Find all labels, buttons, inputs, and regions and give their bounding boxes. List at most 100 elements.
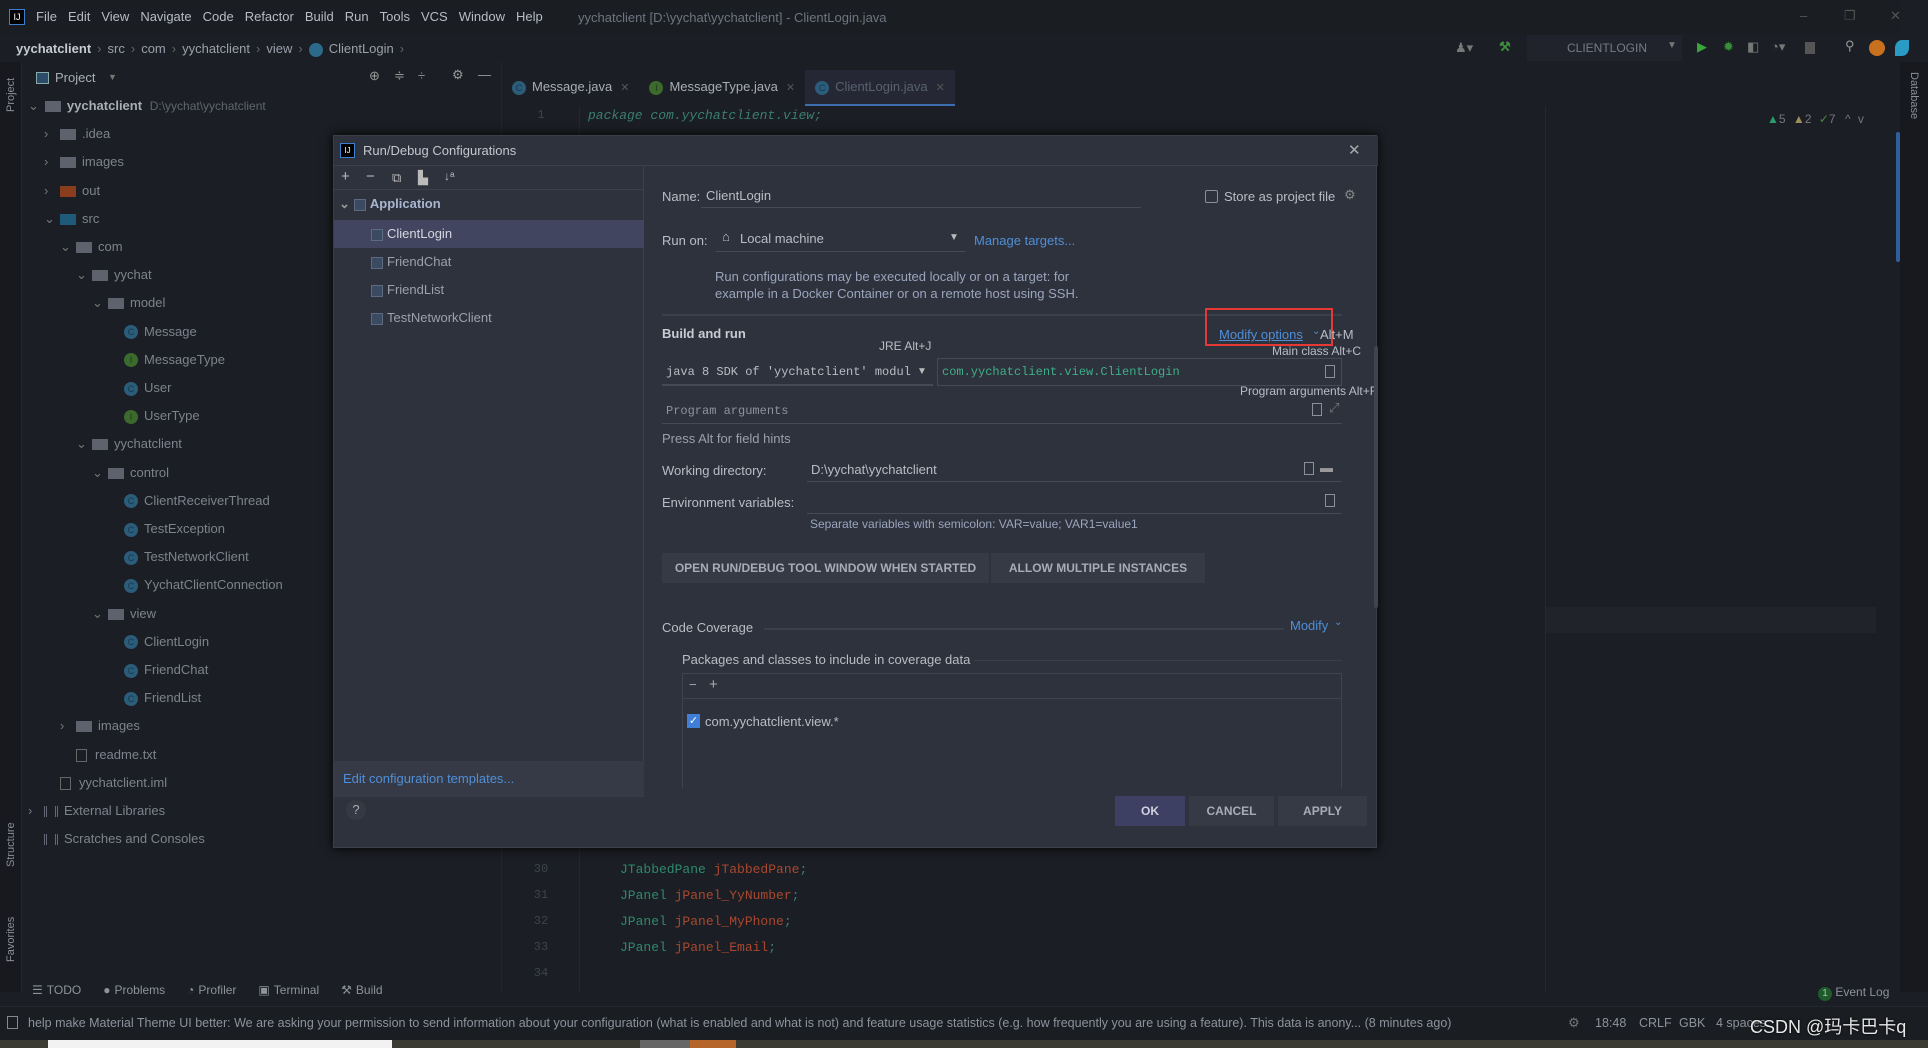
edit-configuration-templates-link[interactable]: Edit configuration templates...: [343, 771, 514, 786]
breadcrumb-item[interactable]: ClientLogin: [329, 41, 394, 56]
taskbar-item[interactable]: [690, 1040, 736, 1048]
working-directory-input[interactable]: D:\yychat\yychatclient ▬: [807, 454, 1342, 482]
tree-item[interactable]: › images: [60, 712, 140, 740]
inspection-widget[interactable]: ▲5 ▲2 ✓7 ^ v: [1767, 112, 1864, 126]
tree-item[interactable]: yychatclient.iml: [44, 769, 167, 797]
editor-scrollbar[interactable]: [1896, 132, 1900, 262]
apply-button[interactable]: APPLY: [1278, 796, 1367, 826]
remove-icon[interactable]: −: [366, 168, 375, 185]
menu-navigate[interactable]: Navigate: [140, 9, 191, 24]
build-hammer-icon[interactable]: ⚒: [1499, 39, 1511, 55]
manage-targets-link[interactable]: Manage targets...: [974, 233, 1075, 248]
help-button[interactable]: ?: [346, 800, 366, 820]
jre-select[interactable]: java 8 SDK of 'yychatclient' module ▼: [662, 358, 933, 386]
tree-item[interactable]: ⌄ control: [92, 459, 169, 487]
tree-item[interactable]: ⌄ com: [60, 233, 123, 261]
caret-position[interactable]: 18:48: [1595, 1016, 1626, 1030]
run-config-select[interactable]: CLIENTLOGIN ▼: [1527, 35, 1682, 61]
config-item[interactable]: ClientLogin: [334, 220, 644, 248]
tab-messagetype-java[interactable]: I MessageType.java ✕: [639, 70, 805, 106]
open-run-debug-tool-window-option[interactable]: OPEN RUN/DEBUG TOOL WINDOW WHEN STARTED: [662, 553, 989, 583]
add-icon[interactable]: +: [709, 676, 718, 693]
config-group-application[interactable]: ⌄ Application: [334, 190, 644, 218]
chevron-down-icon[interactable]: ▼: [108, 72, 117, 82]
tree-item[interactable]: readme.txt: [60, 741, 156, 769]
tree-item[interactable]: › out: [44, 177, 100, 205]
breadcrumb-item[interactable]: yychatclient: [182, 41, 250, 56]
package-entry[interactable]: com.yychatclient.view.*: [705, 714, 839, 729]
tree-item[interactable]: C TestNetworkClient: [108, 543, 249, 571]
browse-class-icon[interactable]: [1325, 365, 1335, 378]
status-message[interactable]: help make Material Theme UI better: We a…: [28, 1016, 1538, 1030]
modify-options-link[interactable]: Modify options: [1219, 327, 1303, 342]
tree-item[interactable]: C Message: [108, 318, 197, 346]
insert-macro-icon[interactable]: [1312, 403, 1322, 416]
add-icon[interactable]: +: [341, 168, 350, 185]
tool-window-problems[interactable]: ● Problems: [103, 983, 165, 997]
package-checkbox[interactable]: ✓: [687, 714, 700, 728]
allow-multiple-instances-option[interactable]: ALLOW MULTIPLE INSTANCES: [991, 553, 1205, 583]
folder-icon[interactable]: ▬: [1320, 460, 1333, 475]
close-window-button[interactable]: ✕: [1890, 8, 1901, 24]
tree-item[interactable]: Scratches and Consoles: [28, 825, 205, 853]
tab-clientlogin-java[interactable]: C ClientLogin.java ✕: [805, 70, 955, 106]
config-item[interactable]: FriendList: [334, 276, 644, 304]
close-icon[interactable]: ✕: [1348, 136, 1361, 166]
code-line[interactable]: JPanel jPanel_YyNumber;: [620, 888, 799, 903]
name-input[interactable]: ClientLogin: [701, 182, 1141, 208]
code-line[interactable]: JPanel jPanel_Email;: [620, 940, 776, 955]
config-item[interactable]: FriendChat: [334, 248, 644, 276]
plugin-icon[interactable]: [1895, 40, 1909, 56]
locate-icon[interactable]: ⊕: [369, 68, 380, 84]
menu-window[interactable]: Window: [459, 9, 505, 24]
tree-item[interactable]: C ClientReceiverThread: [108, 487, 270, 515]
breadcrumb-item[interactable]: src: [108, 41, 125, 56]
project-tool-tab[interactable]: Project: [5, 78, 17, 112]
breadcrumb-item[interactable]: yychatclient: [16, 41, 91, 56]
dialog-scrollbar[interactable]: [1374, 346, 1378, 608]
hide-panel-icon[interactable]: —: [478, 67, 491, 82]
copy-icon[interactable]: ⧉: [392, 170, 401, 186]
tree-item[interactable]: C FriendList: [108, 684, 201, 712]
taskbar-item[interactable]: [640, 1040, 690, 1048]
tool-window-terminal[interactable]: ▣ Terminal: [258, 983, 319, 997]
run-on-select[interactable]: ⌂ Local machine ▼: [716, 224, 966, 252]
code-line[interactable]: package com.yychatclient.view;: [588, 108, 822, 123]
tree-item[interactable]: C YychatClientConnection: [108, 571, 283, 599]
tree-item[interactable]: ⌄ src: [44, 205, 99, 233]
ok-button[interactable]: OK: [1115, 796, 1185, 826]
edit-variables-icon[interactable]: [1325, 494, 1335, 507]
expand-icon[interactable]: ⤢: [1329, 400, 1339, 416]
program-arguments-input[interactable]: Program arguments ⤢: [662, 396, 1342, 424]
code-line[interactable]: JTabbedPane jTabbedPane;: [620, 862, 807, 877]
tree-item[interactable]: › External Libraries: [28, 797, 165, 825]
tree-item[interactable]: I MessageType: [108, 346, 225, 374]
run-icon[interactable]: ▶: [1697, 39, 1707, 55]
environment-variables-input[interactable]: [807, 486, 1342, 514]
breadcrumb-item[interactable]: view: [266, 41, 292, 56]
favorites-tool-tab[interactable]: Favorites: [5, 917, 17, 962]
tree-item[interactable]: C TestException: [108, 515, 225, 543]
expand-all-icon[interactable]: ≑: [394, 68, 405, 84]
debug-icon[interactable]: ✹: [1723, 39, 1734, 55]
tree-item[interactable]: C ClientLogin: [108, 628, 209, 656]
file-encoding[interactable]: GBK: [1679, 1016, 1705, 1030]
search-icon[interactable]: ⚲: [1845, 38, 1855, 54]
tool-window-build[interactable]: ⚒ Build: [341, 983, 382, 997]
insert-macro-icon[interactable]: [1304, 462, 1314, 475]
menu-file[interactable]: File: [36, 9, 57, 24]
folder-add-icon[interactable]: ▙: [418, 170, 428, 186]
menu-help[interactable]: Help: [516, 9, 543, 24]
chevron-down-icon[interactable]: v: [1858, 112, 1864, 126]
code-line[interactable]: JPanel jPanel_MyPhone;: [620, 914, 792, 929]
menu-run[interactable]: Run: [345, 9, 369, 24]
account-icon[interactable]: ♟▾: [1455, 40, 1473, 56]
tab-message-java[interactable]: C Message.java ✕: [502, 70, 639, 106]
main-class-input[interactable]: com.yychatclient.view.ClientLogin: [937, 358, 1342, 386]
restore-button[interactable]: ❐: [1844, 8, 1856, 24]
menu-edit[interactable]: Edit: [68, 9, 90, 24]
tool-window-profiler[interactable]: ◔ Profiler: [187, 983, 236, 997]
menu-code[interactable]: Code: [203, 9, 234, 24]
close-tab-icon[interactable]: ✕: [936, 82, 945, 94]
tree-item[interactable]: I UserType: [108, 402, 200, 430]
